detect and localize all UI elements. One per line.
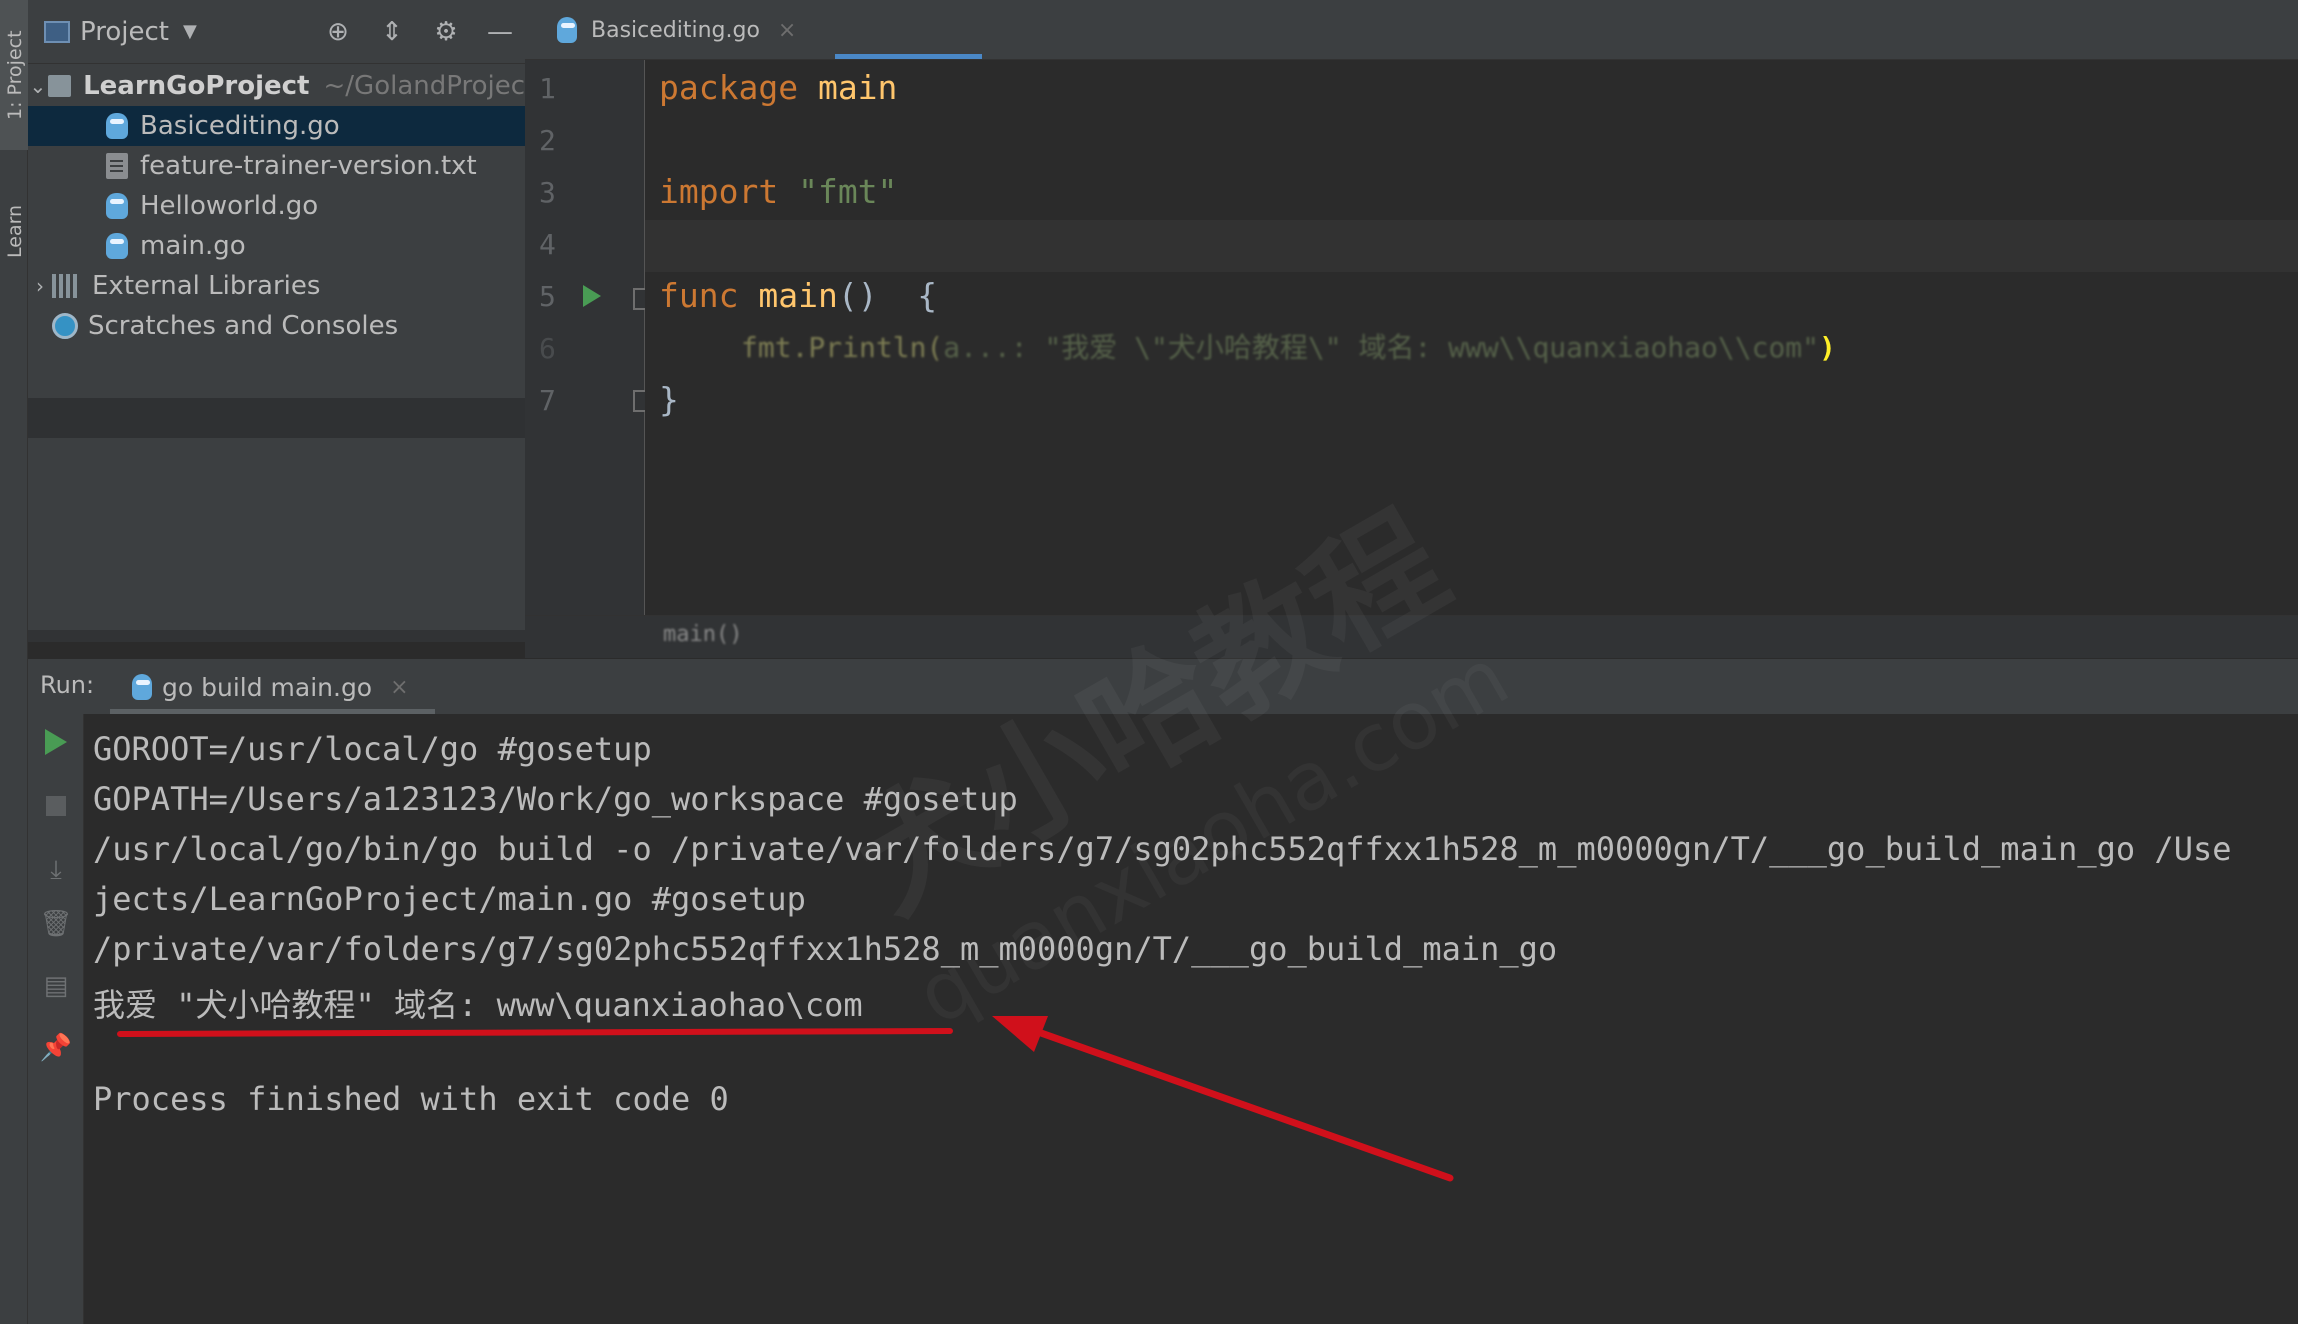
layout-icon[interactable]: ▤ — [42, 971, 70, 1001]
run-tab-label: go build main.go — [162, 672, 373, 702]
locate-icon[interactable]: ⊕ — [325, 17, 351, 47]
editor-tab-bar: Basicediting.go × — [525, 0, 2298, 60]
println-arguments: a...: "我爱 \"犬小哈教程\" 域名: www\\quanxiaohao… — [943, 331, 1820, 364]
go-file-icon — [106, 233, 128, 259]
collapse-all-icon[interactable]: ⇕ — [379, 17, 405, 47]
console-line: /private/var/folders/g7/sg02phc552qffxx1… — [93, 930, 1558, 968]
editor-tab-basicediting[interactable]: Basicediting.go × — [537, 0, 994, 60]
libraries-icon — [52, 274, 80, 298]
chevron-right-icon[interactable]: › — [28, 274, 52, 298]
chevron-down-icon[interactable]: ⌄ — [28, 74, 48, 98]
code-line-3: import "fmt" — [659, 172, 897, 211]
tool-tab-learn-label: Learn — [4, 204, 26, 258]
active-tab-indicator — [835, 54, 982, 59]
go-file-icon — [557, 17, 577, 43]
tree-item-label: feature-trainer-version.txt — [140, 151, 477, 181]
code-line-6: fmt.Println(a...: "我爱 \"犬小哈教程\" 域名: www\… — [741, 326, 1836, 366]
tree-item-label: Basicediting.go — [140, 111, 340, 141]
tool-tab-learn[interactable]: Learn — [0, 190, 28, 300]
keyword-import: import — [659, 172, 779, 211]
left-tool-stripe: 1: Project Learn — [0, 0, 28, 1324]
hide-panel-icon[interactable]: — — [487, 17, 513, 47]
gear-icon[interactable]: ⚙ — [433, 17, 459, 47]
tree-item-helloworld[interactable]: Helloworld.go — [28, 186, 525, 226]
tree-empty-row — [28, 398, 525, 438]
tool-tab-project[interactable]: 1: Project — [0, 0, 28, 150]
tree-item-learngoproject[interactable]: ⌄ LearnGoProject ~/GolandProjec — [28, 66, 525, 106]
console-line: GOROOT=/usr/local/go #gosetup — [93, 730, 652, 768]
tree-item-label: Scratches and Consoles — [88, 311, 399, 341]
folder-icon — [47, 75, 72, 97]
tree-item-label: External Libraries — [92, 271, 321, 301]
project-panel: Project ▼ ⊕ ⇕ ⚙ — ⌄ LearnGoProject ~/Gol… — [28, 0, 525, 640]
tree-item-label: LearnGoProject — [83, 71, 310, 101]
go-build-icon — [132, 674, 152, 700]
scroll-to-end-icon[interactable]: ⤓ — [42, 855, 70, 885]
go-file-icon — [106, 113, 128, 139]
code-line-1: package main — [659, 68, 897, 107]
tool-tab-project-label: 1: Project — [4, 30, 26, 120]
play-icon — [45, 729, 67, 755]
line-number: 5 — [539, 280, 556, 313]
rerun-button[interactable] — [42, 728, 70, 756]
line-number: 7 — [539, 384, 556, 417]
console-output-line: 我爱 "犬小哈教程" 域名: www\quanxiaohao\com — [93, 986, 863, 1024]
closing-paren: ) — [1819, 331, 1836, 364]
tree-item-feature-trainer[interactable]: feature-trainer-version.txt — [28, 146, 525, 186]
project-panel-scrollbar[interactable] — [28, 630, 525, 642]
run-label: Run: — [40, 671, 95, 699]
println-call: fmt.Println( — [741, 331, 944, 364]
function-name: main — [738, 276, 838, 315]
editor-gutter: 1 2 3 4 5 6 7 — [525, 60, 653, 615]
scratches-icon — [52, 313, 78, 339]
project-panel-header: Project ▼ ⊕ ⇕ ⚙ — — [28, 0, 525, 64]
breadcrumb[interactable]: main() — [663, 622, 742, 647]
line-number: 2 — [539, 124, 556, 157]
tree-item-main[interactable]: main.go — [28, 226, 525, 266]
stop-icon — [46, 796, 66, 816]
go-file-icon — [106, 193, 128, 219]
close-icon[interactable]: × — [778, 18, 796, 43]
console-exit-line: Process finished with exit code 0 — [93, 1080, 729, 1118]
import-path: "fmt" — [778, 172, 898, 211]
code-line-5: func main() { — [659, 276, 937, 315]
code-editor[interactable]: package main import "fmt" func main() { … — [645, 60, 2298, 615]
editor-tab-label: Basicediting.go — [591, 17, 760, 43]
close-icon[interactable]: × — [390, 675, 408, 700]
line-number: 4 — [539, 228, 556, 261]
code-line-7: } — [659, 380, 679, 419]
stop-button[interactable] — [42, 792, 70, 820]
keyword-func: func — [659, 276, 739, 315]
tree-item-label: Helloworld.go — [140, 191, 319, 221]
line-number: 1 — [539, 72, 556, 105]
tree-item-label: main.go — [140, 231, 246, 261]
line-number: 3 — [539, 176, 556, 209]
project-view-icon — [44, 20, 70, 43]
tree-item-scratches[interactable]: Scratches and Consoles — [28, 306, 525, 346]
tree-item-path: ~/GolandProjec — [323, 71, 526, 101]
text-file-icon — [106, 153, 128, 179]
package-name: main — [798, 68, 898, 107]
function-signature: () { — [837, 276, 938, 315]
tree-item-basicediting[interactable]: Basicediting.go — [28, 106, 525, 146]
closing-brace: } — [659, 380, 679, 419]
line-number: 6 — [539, 332, 556, 365]
console-line: jects/LearnGoProject/main.go #gosetup — [93, 880, 806, 918]
project-panel-title[interactable]: Project — [80, 17, 169, 47]
run-gutter-icon[interactable] — [583, 285, 601, 307]
chevron-down-icon[interactable]: ▼ — [183, 21, 197, 42]
tree-item-external-libraries[interactable]: › External Libraries — [28, 266, 525, 306]
current-line-highlight — [645, 220, 2298, 272]
trash-icon[interactable]: 🗑 — [40, 909, 73, 939]
pin-icon[interactable]: 📌 — [40, 1033, 72, 1063]
run-toolbar: ⤓ 🗑 ▤ 📌 — [28, 714, 84, 1324]
keyword-package: package — [659, 68, 799, 107]
run-tab-go-build-main[interactable]: go build main.go × — [110, 659, 435, 715]
